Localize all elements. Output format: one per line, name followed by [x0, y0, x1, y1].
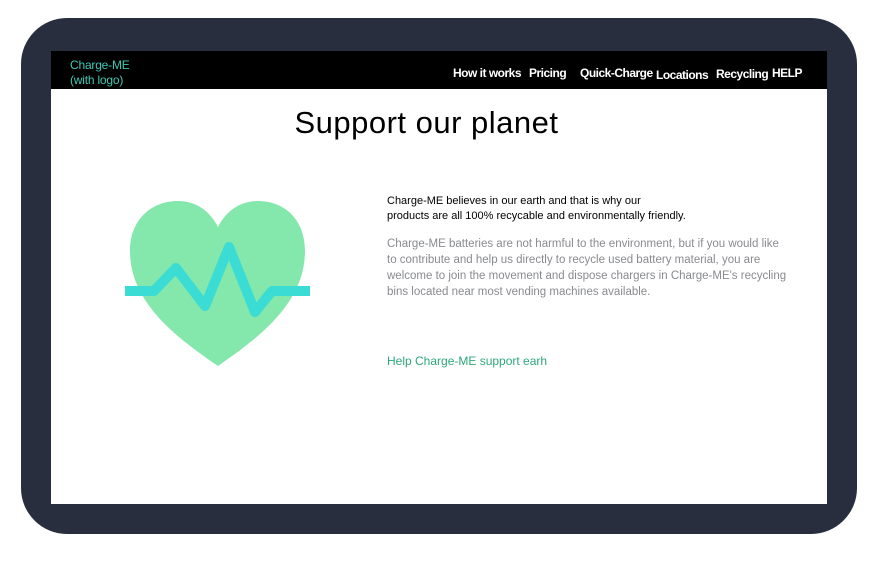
nav-help[interactable]: HELP — [772, 66, 803, 80]
intro-line-1: Charge-ME believes in our earth and that… — [387, 195, 641, 207]
page-title: Support our planet — [294, 105, 559, 140]
nav-quick-charge[interactable]: Quick-Charge — [580, 66, 653, 80]
heart-pulse-icon — [125, 201, 310, 366]
logo-name: Charge-ME — [70, 58, 130, 72]
intro-line-2: products are all 100% recycable and envi… — [387, 210, 686, 222]
tablet-screen: Charge-ME (with logo) How it works Prici… — [51, 51, 827, 504]
top-navbar: Charge-ME (with logo) How it works Prici… — [51, 51, 827, 89]
recycling-details: Charge-ME batteries are not harmful to t… — [387, 238, 787, 298]
support-earth-link[interactable]: Help Charge-ME support earh — [387, 353, 547, 369]
nav-recycling[interactable]: Recycling — [716, 67, 769, 81]
intro-text: Charge-ME believes in our earth and that… — [387, 194, 787, 224]
nav-locations[interactable]: Locations — [656, 68, 709, 82]
nav-pricing[interactable]: Pricing — [529, 66, 567, 80]
brand-logo[interactable]: Charge-ME (with logo) — [70, 58, 130, 88]
logo-note: (with logo) — [70, 73, 124, 87]
nav-how-it-works[interactable]: How it works — [453, 66, 522, 80]
